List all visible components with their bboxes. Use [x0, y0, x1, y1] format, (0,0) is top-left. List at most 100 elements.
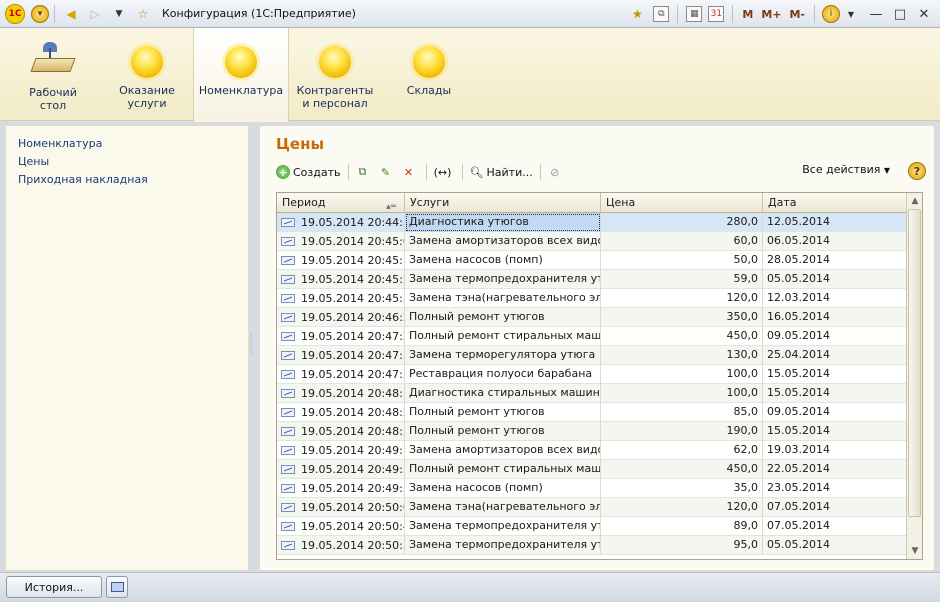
section-warehouses[interactable]: Склады	[388, 28, 470, 121]
info-icon[interactable]: i	[822, 5, 840, 23]
history-button[interactable]: История...	[6, 576, 102, 598]
scrollbar-thumb[interactable]	[908, 209, 921, 517]
cell-price[interactable]: 120,0	[601, 289, 763, 308]
column-header-price[interactable]: Цена	[601, 193, 763, 213]
scroll-up-icon[interactable]: ▲	[907, 193, 922, 209]
nav-item-prices[interactable]: Цены	[18, 153, 248, 171]
column-header-date[interactable]: Дата	[763, 193, 907, 213]
cell-period[interactable]: 19.05.2014 20:48:26	[277, 403, 405, 422]
column-header-service[interactable]: Услуги	[405, 193, 601, 213]
nav-item-receipt-invoice[interactable]: Приходная накладная	[18, 171, 248, 189]
scroll-down-icon[interactable]: ▼	[907, 543, 922, 559]
table-row[interactable]: 19.05.2014 20:45:15Замена насосов (помп)…	[277, 251, 907, 270]
cell-price[interactable]: 280,0	[601, 213, 763, 232]
cell-period[interactable]: 19.05.2014 20:48:51	[277, 422, 405, 441]
copy-button[interactable]: ⧉	[353, 162, 376, 182]
nav-item-nomenclature[interactable]: Номенклатура	[18, 135, 248, 153]
table-row[interactable]: 19.05.2014 20:50:53Замена термопредохран…	[277, 536, 907, 555]
cell-service[interactable]: Замена тэна(нагревательного эле...	[405, 498, 601, 517]
cell-price[interactable]: 95,0	[601, 536, 763, 555]
cell-date[interactable]: 16.05.2014	[763, 308, 907, 327]
cell-date[interactable]: 09.05.2014	[763, 327, 907, 346]
table-row[interactable]: 19.05.2014 20:47:35Замена терморегулятор…	[277, 346, 907, 365]
cell-price[interactable]: 120,0	[601, 498, 763, 517]
cell-date[interactable]: 15.05.2014	[763, 422, 907, 441]
cell-service[interactable]: Замена насосов (помп)	[405, 479, 601, 498]
cell-price[interactable]: 62,0	[601, 441, 763, 460]
all-actions-menu[interactable]: Все действия ▼	[802, 163, 890, 176]
cell-price[interactable]: 130,0	[601, 346, 763, 365]
cell-date[interactable]: 06.05.2014	[763, 232, 907, 251]
cell-period[interactable]: 19.05.2014 20:49:18	[277, 441, 405, 460]
cell-price[interactable]: 35,0	[601, 479, 763, 498]
cell-period[interactable]: 19.05.2014 20:45:29	[277, 270, 405, 289]
cell-period[interactable]: 19.05.2014 20:47:35	[277, 346, 405, 365]
cell-date[interactable]: 12.05.2014	[763, 213, 907, 232]
cell-period[interactable]: 19.05.2014 20:47:23	[277, 327, 405, 346]
cell-period[interactable]: 19.05.2014 20:45:04	[277, 232, 405, 251]
table-row[interactable]: 19.05.2014 20:48:51Полный ремонт утюгов 1…	[277, 422, 907, 441]
cell-date[interactable]: 12.03.2014	[763, 289, 907, 308]
cell-date[interactable]: 15.05.2014	[763, 384, 907, 403]
cell-service[interactable]: Диагностика утюгов	[405, 213, 601, 232]
cell-date[interactable]: 28.05.2014	[763, 251, 907, 270]
table-row[interactable]: 19.05.2014 20:45:29Замена термопредохран…	[277, 270, 907, 289]
windows-list-button[interactable]	[106, 576, 128, 598]
table-row[interactable]: 19.05.2014 20:49:34Полный ремонт стираль…	[277, 460, 907, 479]
help-icon[interactable]: ?	[908, 162, 926, 180]
find-button[interactable]: 🔍︎ Найти...	[467, 162, 536, 182]
memory-m-minus-button[interactable]: M-	[789, 8, 805, 21]
add-favorite-icon[interactable]: ★	[626, 3, 648, 25]
cell-price[interactable]: 85,0	[601, 403, 763, 422]
cell-service[interactable]: Замена термопредохранителя утюга	[405, 270, 601, 289]
section-desktop[interactable]: Рабочий стол	[10, 28, 96, 121]
cell-service[interactable]: Полный ремонт утюгов	[405, 403, 601, 422]
prices-table[interactable]: Период ▴═ Услуги Цена Дата 19.05.2014 20…	[276, 192, 923, 560]
calendar-icon[interactable]: 31	[708, 6, 725, 22]
table-row[interactable]: 19.05.2014 20:47:23Полный ремонт стираль…	[277, 327, 907, 346]
cell-date[interactable]: 25.04.2014	[763, 346, 907, 365]
favorites-star-icon[interactable]: ☆	[132, 3, 154, 25]
cell-date[interactable]: 19.03.2014	[763, 441, 907, 460]
cell-service[interactable]: Замена термопредохранителя утюга	[405, 536, 601, 555]
cell-period[interactable]: 19.05.2014 20:45:55	[277, 289, 405, 308]
cell-period[interactable]: 19.05.2014 20:45:15	[277, 251, 405, 270]
cell-period[interactable]: 19.05.2014 20:50:41	[277, 517, 405, 536]
section-contractors[interactable]: Контрагенты и персонал	[294, 28, 376, 121]
memory-m-plus-button[interactable]: M+	[761, 8, 781, 21]
create-button[interactable]: + Создать	[276, 162, 344, 182]
cell-date[interactable]: 15.05.2014	[763, 365, 907, 384]
link-icon[interactable]: ⧉	[653, 6, 670, 22]
1c-logo-icon[interactable]: 1С	[5, 3, 25, 24]
cell-period[interactable]: 19.05.2014 20:49:50	[277, 479, 405, 498]
cell-period[interactable]: 19.05.2014 20:50:53	[277, 536, 405, 555]
cell-date[interactable]: 05.05.2014	[763, 270, 907, 289]
cell-period[interactable]: 19.05.2014 20:50:06	[277, 498, 405, 517]
section-services[interactable]: Оказание услуги	[104, 28, 190, 121]
vertical-scrollbar[interactable]: ▲ ▼	[906, 193, 922, 559]
cell-period[interactable]: 19.05.2014 20:47:57	[277, 365, 405, 384]
cell-date[interactable]: 07.05.2014	[763, 517, 907, 536]
main-menu-icon[interactable]: ▾	[31, 4, 49, 23]
cell-service[interactable]: Замена насосов (помп)	[405, 251, 601, 270]
cell-price[interactable]: 100,0	[601, 365, 763, 384]
forward-icon[interactable]: ▷	[84, 3, 106, 25]
back-icon[interactable]: ◀	[60, 3, 82, 25]
cell-date[interactable]: 07.05.2014	[763, 498, 907, 517]
table-row[interactable]: 19.05.2014 20:48:26Полный ремонт утюгов8…	[277, 403, 907, 422]
cell-service[interactable]: Полный ремонт стиральных машин	[405, 327, 601, 346]
history-dropdown-icon[interactable]: ▼	[108, 3, 130, 25]
maximize-icon[interactable]: □	[888, 4, 912, 24]
cell-period[interactable]: 19.05.2014 20:48:12	[277, 384, 405, 403]
cell-price[interactable]: 450,0	[601, 460, 763, 479]
cell-date[interactable]: 09.05.2014	[763, 403, 907, 422]
table-row[interactable]: 19.05.2014 20:49:50Замена насосов (помп)…	[277, 479, 907, 498]
cell-service[interactable]: Замена тэна(нагревательного эле...	[405, 289, 601, 308]
minimize-icon[interactable]: —	[864, 4, 888, 24]
table-row[interactable]: 19.05.2014 20:50:41Замена термопредохран…	[277, 517, 907, 536]
cell-price[interactable]: 60,0	[601, 232, 763, 251]
cell-period[interactable]: 19.05.2014 20:49:34	[277, 460, 405, 479]
cell-service[interactable]: Полный ремонт утюгов	[405, 422, 601, 441]
table-row[interactable]: 19.05.2014 20:44:52Диагностика утюгов280…	[277, 213, 907, 232]
cell-date[interactable]: 22.05.2014	[763, 460, 907, 479]
